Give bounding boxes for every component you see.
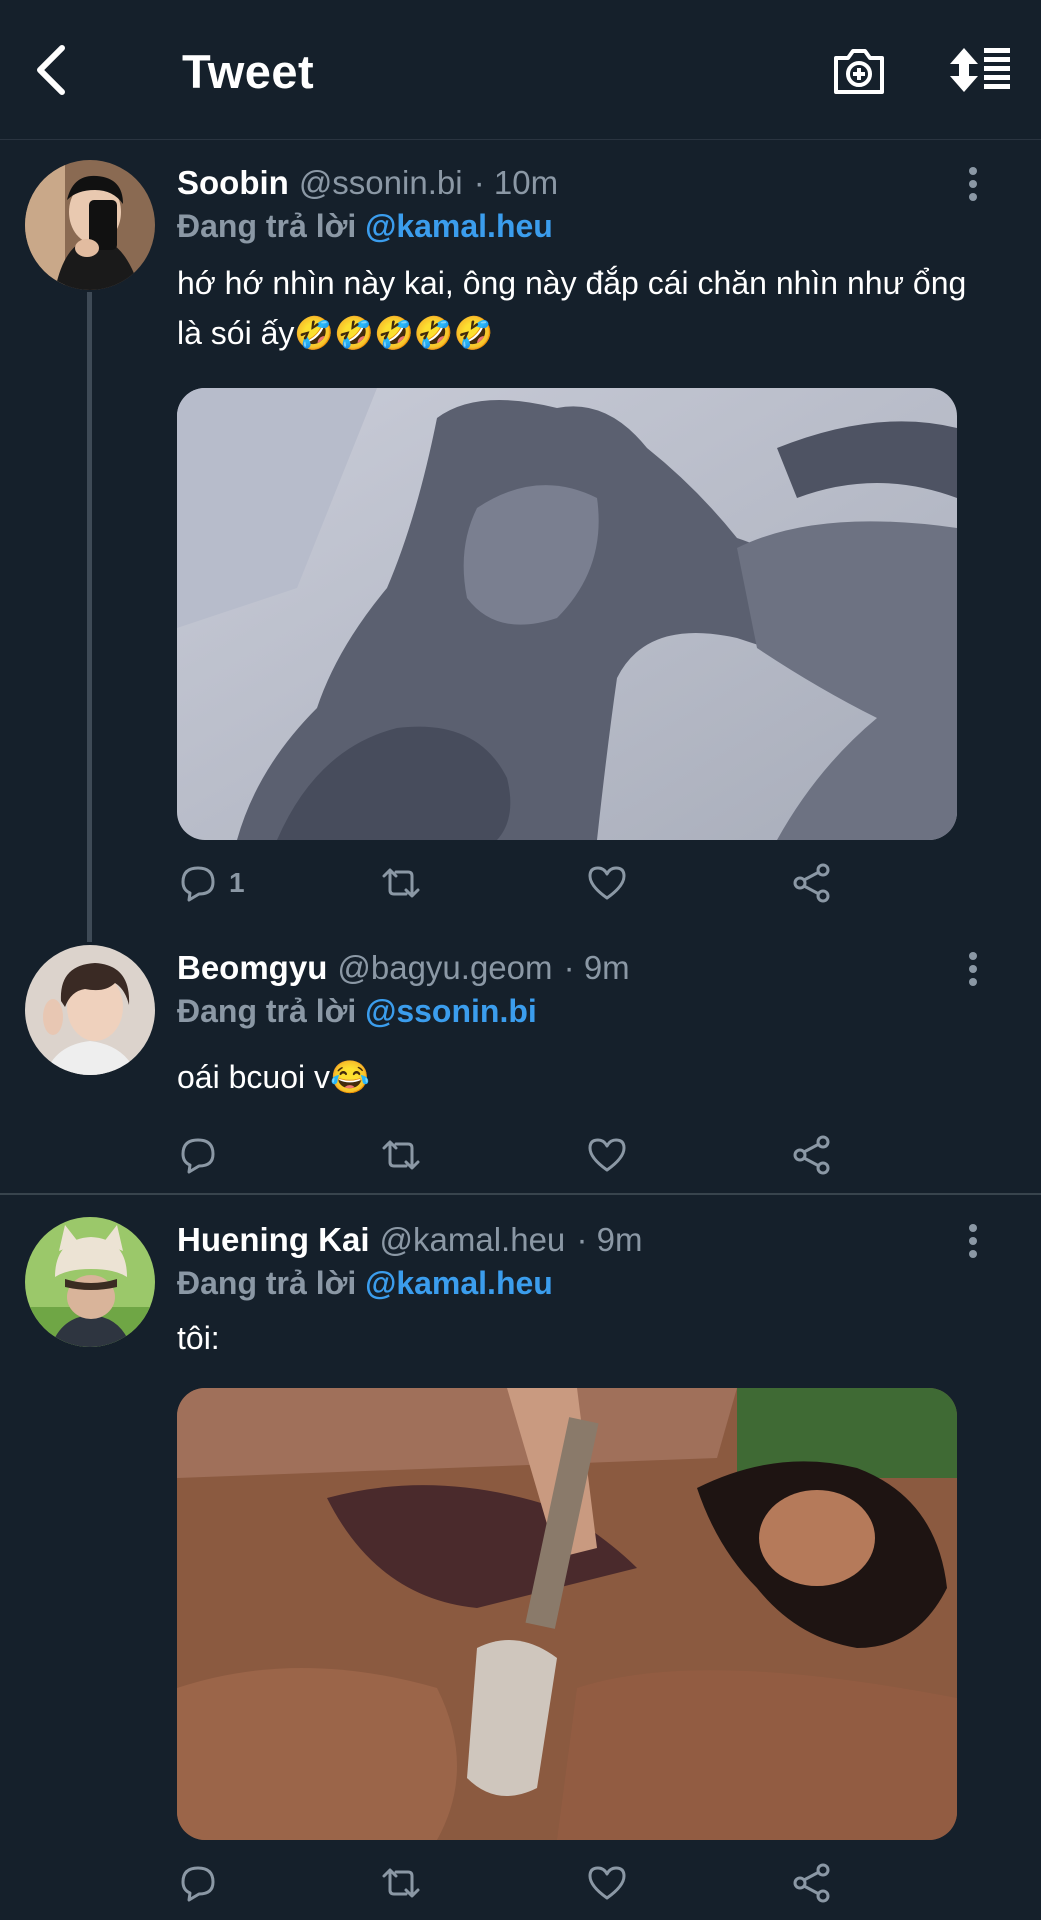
like-button[interactable] — [586, 1130, 628, 1180]
share-icon — [793, 1135, 830, 1175]
heart-icon — [588, 1138, 626, 1172]
retweet-button[interactable] — [380, 858, 422, 908]
timestamp: · 9m — [563, 949, 630, 986]
tweet-header: Beomgyu @bagyu.geom · 9m — [177, 949, 630, 987]
retweet-icon — [382, 868, 420, 898]
display-name[interactable]: Beomgyu — [177, 949, 327, 986]
share-icon — [793, 863, 830, 903]
reply-icon — [181, 1138, 215, 1174]
tweet-text: hớ hớ nhìn này kai, ông này đắp cái chăn… — [177, 265, 967, 351]
user-handle[interactable]: @kamal.heu — [380, 1221, 566, 1258]
heart-icon — [588, 1866, 626, 1900]
reply-icon — [181, 1866, 215, 1902]
retweet-button[interactable] — [380, 1858, 422, 1908]
mention-link[interactable]: @kamal.heu — [365, 208, 553, 244]
reply-count: 1 — [229, 867, 245, 898]
tweet-image[interactable] — [177, 1388, 957, 1840]
reply-button[interactable]: 1 — [177, 858, 245, 908]
reply-button[interactable] — [177, 1130, 229, 1180]
avatar[interactable] — [25, 945, 155, 1075]
mention-link[interactable]: @ssonin.bi — [365, 993, 537, 1029]
thread-connector-line — [87, 292, 92, 942]
user-handle[interactable]: @bagyu.geom — [337, 949, 552, 986]
share-button[interactable] — [791, 858, 833, 908]
avatar[interactable] — [25, 160, 155, 290]
tweet-divider — [0, 1193, 1041, 1195]
reply-prefix: Đang trả lời — [177, 208, 357, 244]
camera-plus-icon[interactable] — [832, 44, 886, 96]
share-button[interactable] — [791, 1130, 833, 1180]
tweet-actions — [177, 1130, 877, 1180]
page-title: Tweet — [182, 45, 315, 98]
share-button[interactable] — [791, 1858, 833, 1908]
tweet-text: tôi: — [177, 1320, 220, 1356]
reply-icon — [181, 866, 215, 902]
reply-prefix: Đang trả lời — [177, 1265, 357, 1301]
avatar[interactable] — [25, 1217, 155, 1347]
reply-context: Đang trả lời @kamal.heu — [177, 208, 553, 245]
tweet-image[interactable] — [177, 388, 957, 840]
reply-prefix: Đang trả lời — [177, 993, 357, 1029]
tweet-actions — [177, 1858, 877, 1908]
tweet-text: oái bcuoi v😂 — [177, 1059, 370, 1095]
display-name[interactable]: Huening Kai — [177, 1221, 370, 1258]
reply-context: Đang trả lời @kamal.heu — [177, 1265, 553, 1302]
tweet-header: Soobin @ssonin.bi · 10m — [177, 164, 558, 202]
heart-icon — [588, 866, 626, 900]
timestamp: · 10m — [473, 164, 559, 201]
more-vertical-icon[interactable] — [958, 950, 988, 990]
share-icon — [793, 1863, 830, 1903]
timestamp: · 9m — [576, 1221, 643, 1258]
chevron-left-icon[interactable] — [30, 40, 80, 100]
retweet-button[interactable] — [380, 1130, 422, 1180]
tweet-actions: 1 — [177, 858, 877, 908]
more-vertical-icon[interactable] — [958, 165, 988, 205]
mention-link[interactable]: @kamal.heu — [365, 1265, 553, 1301]
like-button[interactable] — [586, 858, 628, 908]
user-handle[interactable]: @ssonin.bi — [299, 164, 463, 201]
display-name[interactable]: Soobin — [177, 164, 289, 201]
reply-context: Đang trả lời @ssonin.bi — [177, 993, 537, 1030]
retweet-icon — [382, 1140, 420, 1170]
like-button[interactable] — [586, 1858, 628, 1908]
more-vertical-icon[interactable] — [958, 1222, 988, 1262]
sort-icon[interactable] — [948, 44, 1012, 96]
reply-button[interactable] — [177, 1858, 229, 1908]
retweet-icon — [382, 1868, 420, 1898]
top-navigation-bar: Tweet — [0, 0, 1041, 140]
tweet-header: Huening Kai @kamal.heu · 9m — [177, 1221, 642, 1259]
